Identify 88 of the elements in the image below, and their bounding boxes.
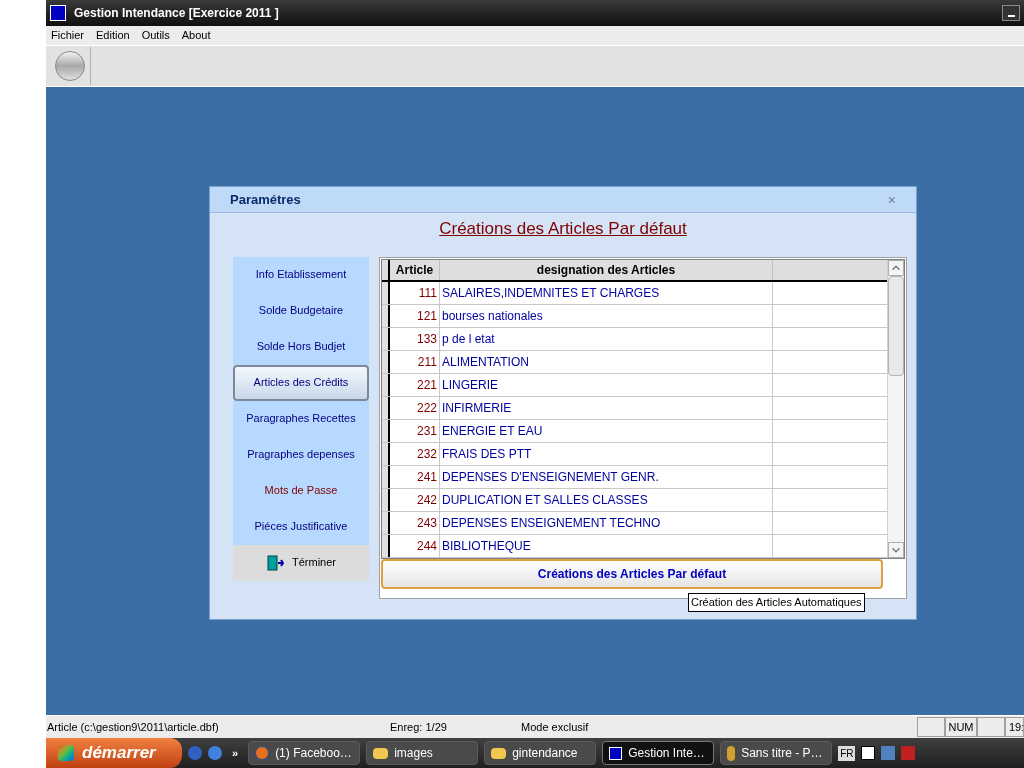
table-cell: p de l etat: [440, 327, 773, 350]
row-selector[interactable]: [382, 534, 390, 557]
start-button[interactable]: démarrer: [46, 738, 182, 768]
row-selector[interactable]: [382, 465, 390, 488]
status-text: Enreg: 1/29: [390, 719, 448, 735]
table-cell: 211: [390, 350, 440, 373]
table-cell: 121: [390, 304, 440, 327]
table-cell: 244: [390, 534, 440, 557]
tooltip: Création des Articles Automatiques: [688, 593, 865, 612]
network-icon: [881, 746, 896, 760]
menu-item[interactable]: Edition: [96, 27, 130, 44]
table-cell: 221: [390, 373, 440, 396]
table-cell: INFIRMERIE: [440, 396, 773, 419]
create-articles-button[interactable]: Créations des Articles Par défaut: [381, 558, 883, 589]
status-panel: [917, 717, 945, 737]
table-cell: DUPLICATION ET SALLES CLASSES: [440, 488, 773, 511]
table-cell: ENERGIE ET EAU: [440, 419, 773, 442]
quick-launch-icon[interactable]: [208, 746, 222, 760]
status-panel: 19:: [1005, 717, 1024, 737]
row-selector[interactable]: [382, 488, 390, 511]
sidebar-item[interactable]: Piéces Justificative: [233, 508, 369, 545]
taskbar-item[interactable]: Gestion Inte…: [602, 741, 715, 765]
table-cell: DEPENSES ENSEIGNEMENT TECHNO: [440, 511, 773, 534]
table-cell: LINGERIE: [440, 373, 773, 396]
door-exit-icon: [266, 553, 284, 572]
table-cell: 241: [390, 465, 440, 488]
row-selector[interactable]: [382, 419, 390, 442]
window-title: Gestion Intendance [Exercice 2011 ]: [74, 5, 279, 22]
taskbar-item[interactable]: (1) Faceboo…: [248, 741, 361, 765]
status-panel: [977, 717, 1005, 737]
sidebar-item[interactable]: Articles des Crédits: [233, 364, 369, 401]
table-cell: 133: [390, 327, 440, 350]
sidebar-item[interactable]: Solde Budgetaire: [233, 292, 369, 329]
menu-item[interactable]: Fichier: [51, 27, 84, 44]
status-panel: NUM: [945, 717, 977, 737]
app-logo-icon: [50, 5, 66, 21]
taskbar-item[interactable]: gintendance: [484, 741, 597, 765]
globe-icon: [255, 746, 270, 760]
row-selector[interactable]: [382, 281, 390, 304]
table-cell: 243: [390, 511, 440, 534]
row-selector[interactable]: [382, 327, 390, 350]
table-cell: SALAIRES,INDEMNITES ET CHARGES: [440, 281, 773, 304]
row-selector[interactable]: [382, 350, 390, 373]
table-cell: 231: [390, 419, 440, 442]
language-indicator[interactable]: FR: [838, 745, 856, 761]
scroll-down-icon[interactable]: [888, 541, 904, 558]
table-cell: 242: [390, 488, 440, 511]
scrollbar[interactable]: [887, 259, 904, 558]
row-selector[interactable]: [382, 442, 390, 465]
folder-icon: [373, 747, 389, 759]
table-cell: 232: [390, 442, 440, 465]
taskbar-item[interactable]: images: [366, 741, 479, 765]
table-cell: ALIMENTATION: [440, 350, 773, 373]
more-button[interactable]: »: [228, 744, 243, 762]
help-icon[interactable]: [861, 746, 876, 760]
minimize-button[interactable]: [1002, 5, 1020, 21]
taskbar-item[interactable]: Sans titre - P…: [720, 741, 833, 765]
menu-item[interactable]: About: [181, 27, 211, 44]
sidebar-item[interactable]: Pragraphes depenses: [233, 436, 369, 473]
table-cell: FRAIS DES PTT: [440, 442, 773, 465]
column-header: designation des Articles: [440, 259, 773, 280]
sidebar-item[interactable]: Mots de Passe: [233, 472, 369, 509]
sidebar-item[interactable]: Info Etablissement: [233, 256, 369, 293]
table-cell: DEPENSES D'ENSEIGNEMENT GENR.: [440, 465, 773, 488]
app-icon: [609, 746, 623, 760]
table-cell: 111: [390, 281, 440, 304]
dialog-heading: Créations des Articles Par défaut: [439, 218, 687, 240]
menu-item[interactable]: Outils: [141, 27, 170, 44]
folder-icon: [491, 747, 507, 759]
dialog-title: Paramétres: [230, 190, 301, 209]
table-cell: BIBLIOTHEQUE: [440, 534, 773, 557]
sidebar-item[interactable]: Paragraphes Recettes: [233, 400, 369, 437]
status-text: Mode exclusif: [521, 719, 590, 735]
row-selector[interactable]: [382, 511, 390, 534]
quick-launch-icon[interactable]: [188, 746, 202, 760]
status-text: Article (c:\gestion9\2011\article.dbf): [46, 719, 220, 735]
quit-button[interactable]: Términer: [233, 544, 369, 581]
row-selector[interactable]: [382, 304, 390, 327]
brush-icon: [727, 745, 736, 761]
row-selector[interactable]: [382, 396, 390, 419]
sidebar-item[interactable]: Solde Hors Budjet: [233, 328, 369, 365]
minimize-icon: [1007, 15, 1015, 17]
column-header: Article: [390, 259, 440, 280]
table-cell: bourses nationales: [440, 304, 773, 327]
table-cell: 222: [390, 396, 440, 419]
row-selector[interactable]: [382, 373, 390, 396]
scroll-thumb[interactable]: [888, 275, 904, 376]
scroll-up-icon[interactable]: [888, 259, 904, 276]
